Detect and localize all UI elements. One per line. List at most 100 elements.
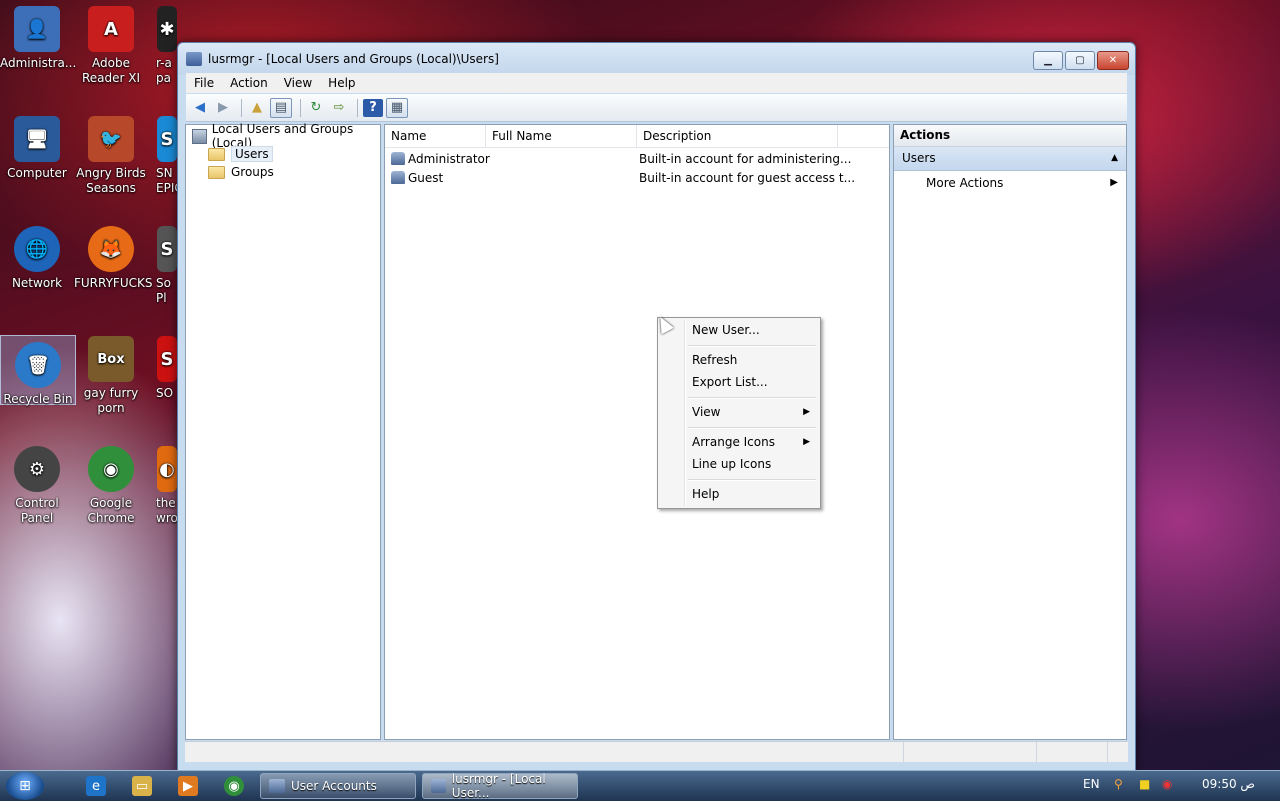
- task-lusrmgr[interactable]: lusrmgr - [Local User...: [422, 772, 578, 800]
- search-icon[interactable]: ⚲: [1114, 777, 1123, 791]
- angry-birds-icon: 🐦: [88, 116, 134, 162]
- menu-item-view[interactable]: View ▶: [692, 401, 812, 423]
- window-controls: ▁ ▢ ✕: [1033, 51, 1129, 70]
- desktop-icon-computer[interactable]: 🖥 Computer: [0, 110, 74, 181]
- desktop-icon-label: FURRYFUCKS: [74, 276, 153, 290]
- menu-help[interactable]: Help: [320, 76, 363, 90]
- desktop-icon-adobe-reader[interactable]: A Adobe Reader XI: [74, 0, 148, 86]
- actions-header: Actions: [894, 125, 1126, 147]
- desktop-icon-control-panel[interactable]: ⚙ Control Panel: [0, 440, 74, 526]
- menu-item-new-user[interactable]: New User...: [692, 319, 812, 341]
- media-player-icon[interactable]: ▶: [178, 776, 198, 796]
- up-folder-icon[interactable]: ▲: [247, 99, 267, 117]
- desktop-icon-label: SN EPIC: [156, 166, 178, 195]
- context-menu: New User... Refresh Export List... View …: [657, 317, 821, 509]
- menu-item-help[interactable]: Help: [692, 483, 812, 505]
- menu-bar: File Action View Help: [186, 73, 1127, 93]
- column-header-description[interactable]: Description: [637, 125, 838, 147]
- app-icon: S: [157, 336, 177, 382]
- desktop-icon-label: So Pl: [156, 276, 171, 305]
- desktop-icon-angry-birds[interactable]: 🐦 Angry Birds Seasons: [74, 110, 148, 196]
- lusrmgr-icon: [431, 779, 446, 793]
- more-actions-label: More Actions: [926, 176, 1004, 190]
- tree-item-groups[interactable]: Groups: [208, 163, 274, 181]
- internet-explorer-icon[interactable]: e: [86, 776, 106, 796]
- column-header-name[interactable]: Name: [385, 125, 486, 147]
- desktop-icon-partial-5[interactable]: ◐ the wron: [156, 440, 178, 526]
- status-segment: [1037, 742, 1108, 762]
- menu-item-arrange-icons[interactable]: Arrange Icons ▶: [692, 431, 812, 453]
- menu-separator: [688, 397, 816, 399]
- show-hide-action-pane-icon[interactable]: ▦: [386, 97, 408, 118]
- app-icon: [186, 52, 202, 66]
- forward-icon[interactable]: ▶: [213, 99, 233, 117]
- table-row[interactable]: Administrator Built-in account for admin…: [385, 149, 889, 168]
- adobe-icon: A: [88, 6, 134, 52]
- cell-name: Guest: [408, 170, 444, 185]
- cell-name: Administrator: [408, 151, 490, 166]
- computer-icon: 🖥: [14, 116, 60, 162]
- notification-icon[interactable]: ■: [1139, 777, 1150, 791]
- show-hide-tree-icon[interactable]: ▤: [270, 97, 292, 118]
- back-icon[interactable]: ◀: [190, 99, 210, 117]
- chrome-icon[interactable]: ◉: [224, 776, 244, 796]
- desktop-icon-chrome[interactable]: ◉ Google Chrome: [74, 440, 148, 526]
- desktop-icon-label: Adobe Reader XI: [81, 56, 141, 85]
- menu-action[interactable]: Action: [222, 76, 276, 90]
- status-bar: [185, 741, 1128, 762]
- control-panel-icon: ⚙: [14, 446, 60, 492]
- menu-separator: [688, 479, 816, 481]
- desktop-icon-partial-3[interactable]: S So Pl: [156, 220, 178, 306]
- export-list-icon[interactable]: ⇨: [329, 99, 349, 117]
- file-explorer-icon[interactable]: ▭: [132, 776, 152, 796]
- desktop-icon-firefox[interactable]: 🦊 FURRYFUCKS: [74, 220, 153, 291]
- language-indicator[interactable]: EN: [1083, 777, 1100, 791]
- task-user-accounts[interactable]: User Accounts: [260, 773, 416, 799]
- title-bar[interactable]: lusrmgr - [Local Users and Groups (Local…: [178, 43, 1135, 75]
- taskbar: ⊞ e ▭ ▶ ◉ User Accounts lusrmgr - [Local…: [0, 770, 1280, 801]
- folder-icon: [208, 147, 225, 161]
- user-icon: [391, 171, 405, 184]
- desktop-icon-partial-2[interactable]: S SN EPIC: [156, 110, 178, 196]
- clock[interactable]: 09:50 ص: [1202, 777, 1255, 791]
- menu-item-line-up-icons[interactable]: Line up Icons: [692, 453, 812, 475]
- desktop-icon-label: Control Panel: [15, 496, 59, 525]
- cell-description: Built-in account for guest access t...: [639, 170, 856, 185]
- desktop-icon-box[interactable]: Box gay furry porn: [74, 330, 148, 416]
- folder-icon: [208, 165, 225, 179]
- table-row[interactable]: Guest Built-in account for guest access …: [385, 168, 889, 187]
- user-accounts-icon: [269, 779, 285, 793]
- user-icon: 👤: [14, 6, 60, 52]
- tray-app-icon[interactable]: ◉: [1162, 777, 1172, 791]
- refresh-icon[interactable]: ↻: [306, 99, 326, 117]
- column-header-full-name[interactable]: Full Name: [486, 125, 637, 147]
- maximize-button[interactable]: ▢: [1065, 51, 1095, 70]
- desktop-icon-partial-1[interactable]: ✱ r-a pa: [156, 0, 178, 86]
- status-segment: [185, 742, 904, 762]
- desktop-icon-network[interactable]: 🌐 Network: [0, 220, 74, 291]
- menu-item-refresh[interactable]: Refresh: [692, 349, 812, 371]
- actions-section-users[interactable]: Users ▲: [894, 147, 1126, 171]
- app-icon: ✱: [157, 6, 177, 52]
- menu-file[interactable]: File: [186, 76, 222, 90]
- desktop-icon-administrator[interactable]: 👤 Administra...: [0, 0, 76, 71]
- submenu-arrow-icon: ▶: [1110, 177, 1118, 188]
- desktop-icon-label: gay furry porn: [83, 386, 139, 415]
- tree-item-users[interactable]: Users: [208, 145, 273, 163]
- desktop-icon-partial-4[interactable]: S SO: [156, 330, 178, 401]
- more-actions-item[interactable]: More Actions ▶: [894, 171, 1126, 195]
- box-icon: Box: [88, 336, 134, 382]
- actions-pane: Actions Users ▲ More Actions ▶: [893, 124, 1127, 740]
- collapse-up-icon[interactable]: ▲: [1111, 147, 1118, 170]
- close-button[interactable]: ✕: [1097, 51, 1129, 70]
- help-icon[interactable]: ?: [363, 98, 383, 117]
- submenu-arrow-icon: ▶: [803, 437, 810, 447]
- desktop-icon-recycle-bin[interactable]: 🗑 Recycle Bin: [0, 335, 76, 406]
- start-button[interactable]: ⊞: [6, 772, 44, 800]
- task-label: User Accounts: [291, 779, 377, 793]
- menu-view[interactable]: View: [276, 76, 320, 90]
- minimize-button[interactable]: ▁: [1033, 51, 1063, 70]
- tree-root[interactable]: Local Users and Groups (Local): [192, 122, 380, 150]
- menu-separator: [688, 345, 816, 347]
- menu-item-export-list[interactable]: Export List...: [692, 371, 812, 393]
